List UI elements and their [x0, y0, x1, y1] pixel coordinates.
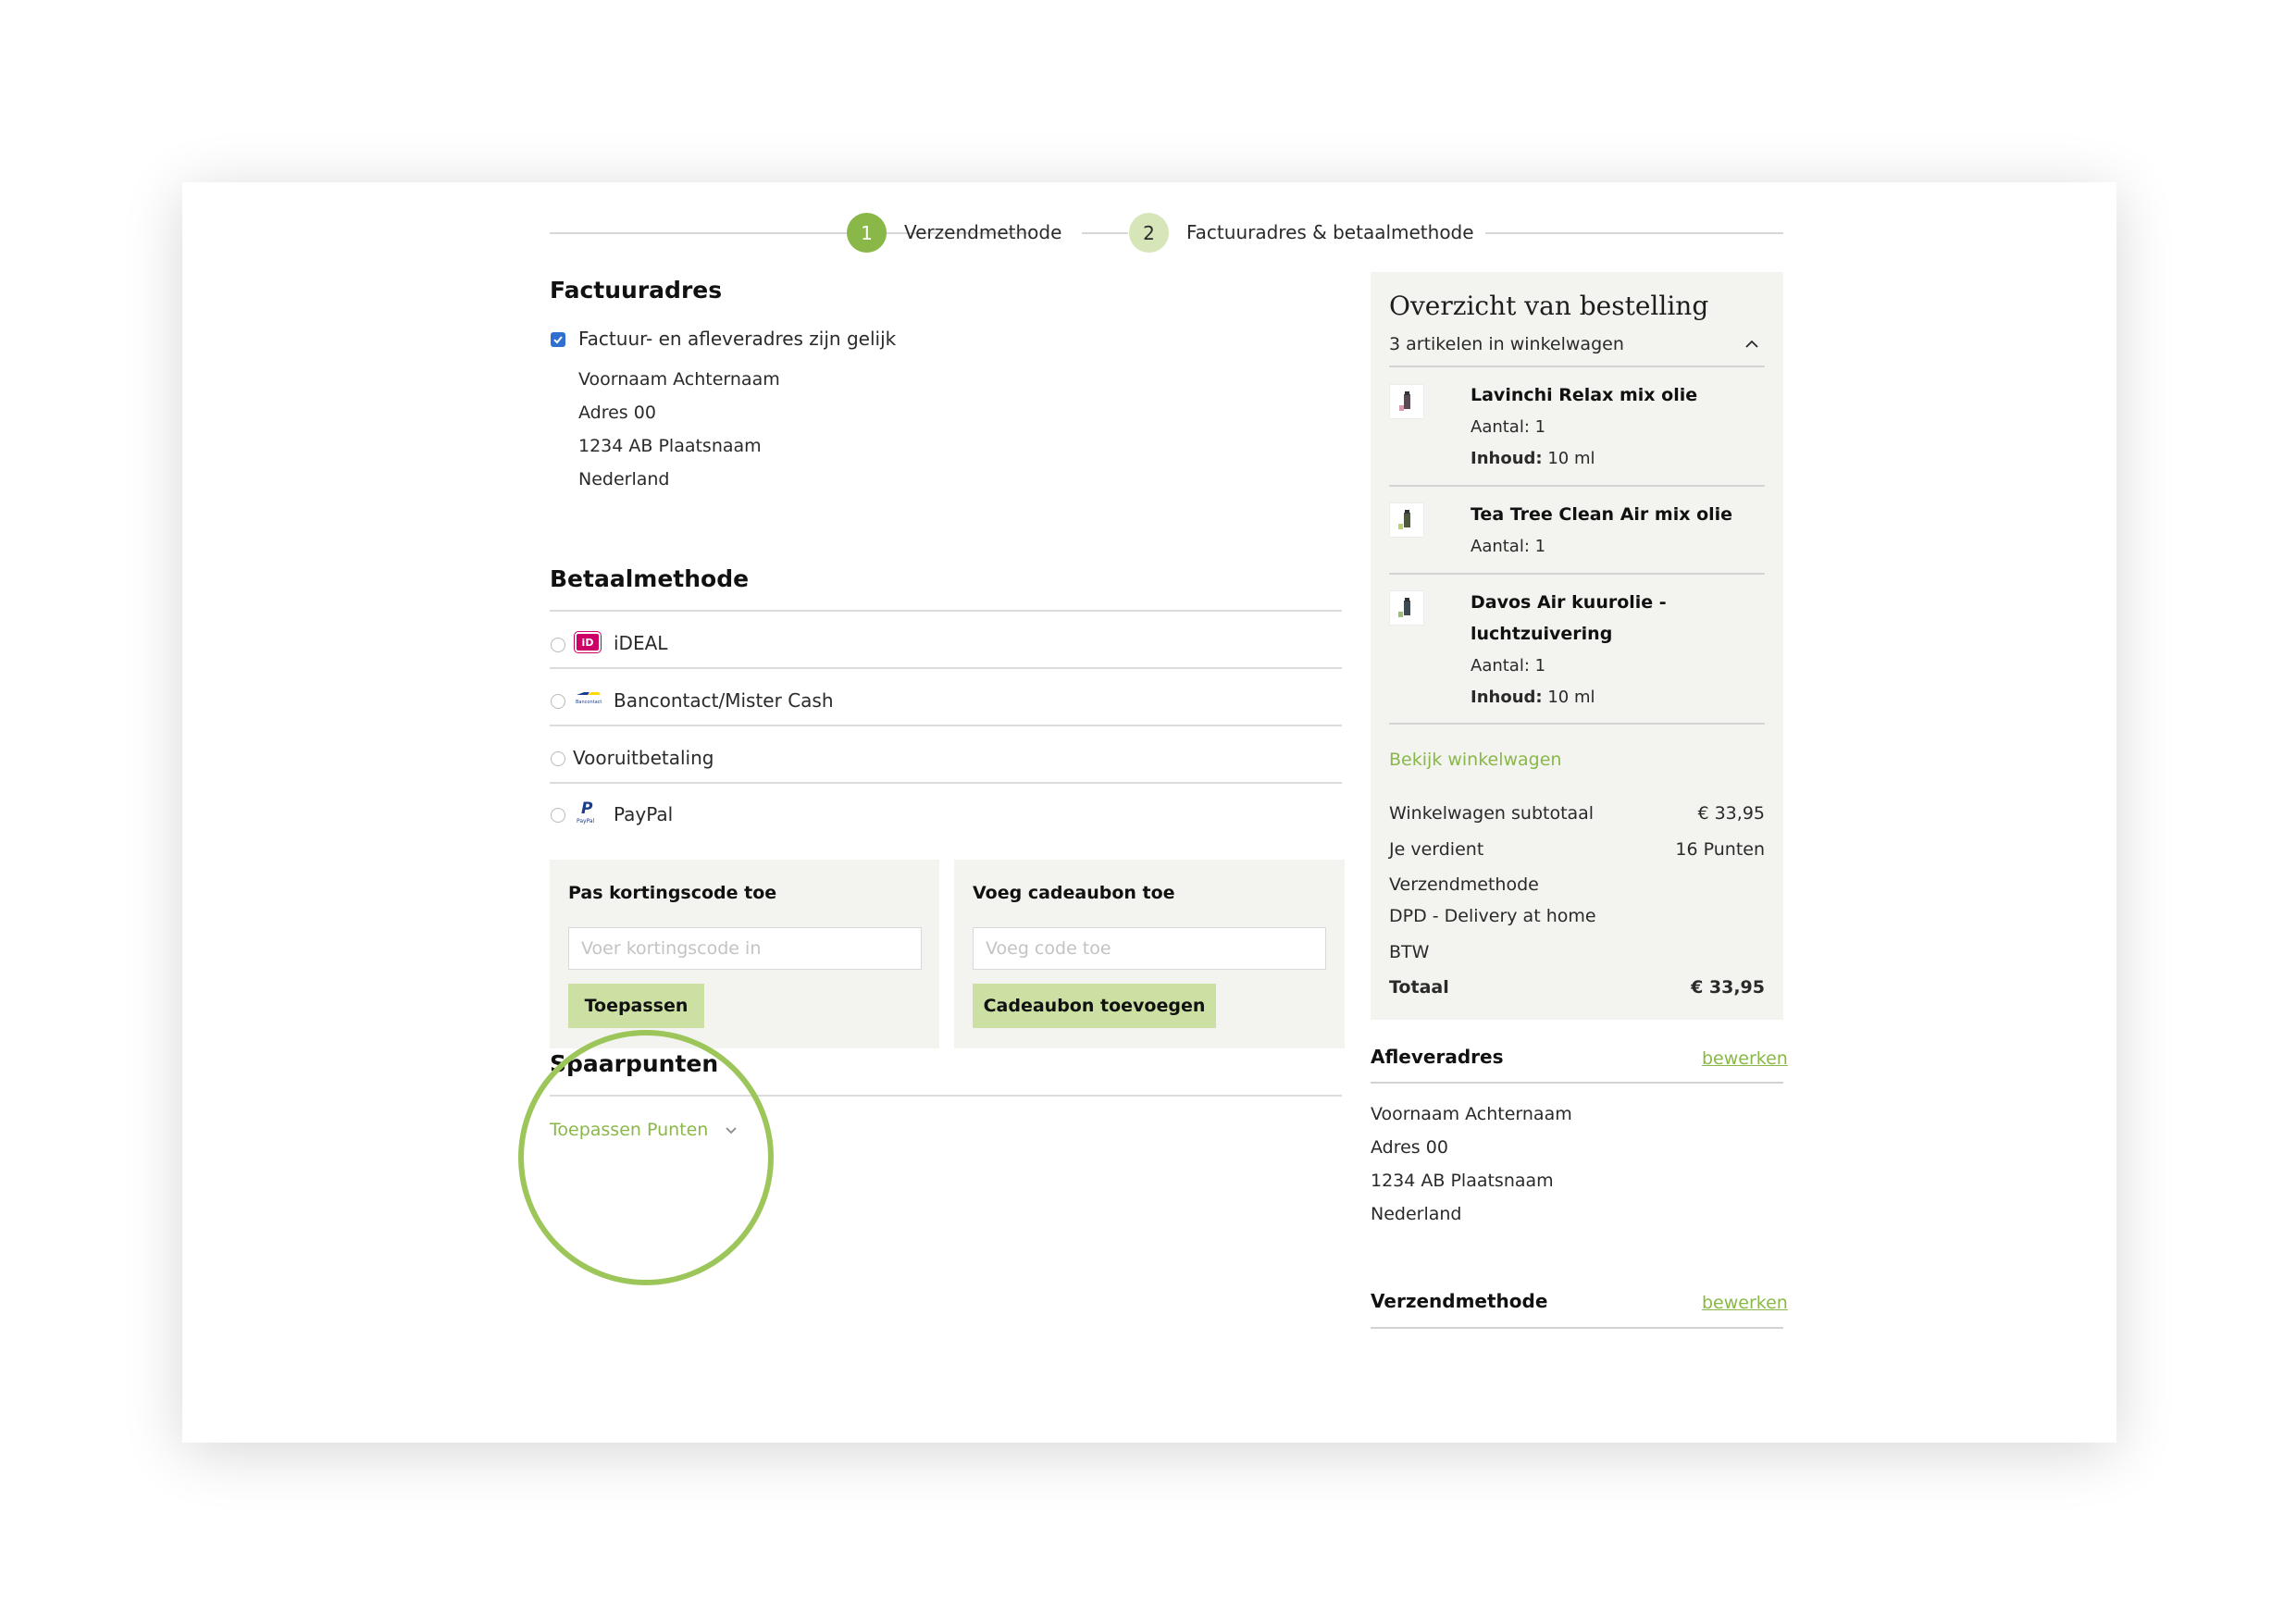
radio-paypal[interactable]: [551, 808, 565, 823]
giftcard-input[interactable]: Voeg code toe: [973, 927, 1326, 970]
divider: [550, 610, 1342, 612]
payment-title: Betaalmethode: [550, 565, 750, 592]
payment-bancontact-label[interactable]: Bancontact/Mister Cash: [614, 689, 834, 712]
same-address-label[interactable]: Factuur- en afleveradres zijn gelijk: [578, 328, 896, 350]
billing-city: 1234 AB Plaatsnaam: [578, 436, 762, 456]
step-1-number: 1: [861, 221, 873, 244]
content-value: 10 ml: [1547, 449, 1595, 468]
divider: [1389, 485, 1765, 487]
content-value: 10 ml: [1547, 688, 1595, 707]
product-name[interactable]: Davos Air kuurolie - luchtzuivering: [1471, 587, 1667, 650]
product-thumbnail[interactable]: [1389, 384, 1424, 419]
billing-country: Nederland: [578, 469, 670, 490]
paypal-icon: P PayPal: [575, 797, 602, 824]
product-qty: Aantal: 1: [1471, 417, 1546, 437]
product-qty: Aantal: 1: [1471, 656, 1546, 676]
product-name-line: luchtzuivering: [1471, 624, 1613, 644]
items-count[interactable]: 3 artikelen in winkelwagen: [1389, 334, 1624, 354]
divider: [1389, 366, 1765, 367]
shipping-country: Nederland: [1371, 1204, 1462, 1224]
discount-box: Pas kortingscode toe Voer kortingscode i…: [550, 860, 939, 1048]
chevron-up-icon[interactable]: [1744, 339, 1759, 350]
total-value: € 33,95: [1691, 977, 1765, 998]
divider: [1389, 573, 1765, 575]
product-content: Inhoud: 10 ml: [1471, 688, 1595, 707]
paypal-icon-text: PayPal: [577, 818, 595, 824]
billing-title: Factuuradres: [550, 277, 723, 304]
earn-label: Je verdient: [1389, 839, 1484, 860]
divider: [1371, 1327, 1783, 1329]
edit-shipping-method-link[interactable]: bewerken: [1702, 1293, 1788, 1313]
product-thumbnail[interactable]: [1389, 502, 1424, 538]
shipping-method-title: Verzendmethode: [1371, 1290, 1548, 1312]
subtotal-label: Winkelwagen subtotaal: [1389, 803, 1595, 824]
step-2-label[interactable]: Factuuradres & betaalmethode: [1186, 221, 1474, 243]
ideal-icon-text: iD: [581, 636, 594, 649]
progress-line: [1082, 232, 1128, 234]
checkmark-icon: [553, 336, 563, 344]
shipping-name: Voornaam Achternaam: [1371, 1104, 1572, 1124]
product-thumbnail[interactable]: [1389, 590, 1424, 626]
step-1-label[interactable]: Verzendmethode: [904, 221, 1061, 243]
product-name[interactable]: Tea Tree Clean Air mix olie: [1471, 499, 1732, 530]
bottle-icon: [1399, 391, 1410, 411]
payment-ideal-label[interactable]: iDEAL: [614, 632, 667, 654]
shipping-label: Verzendmethode: [1389, 874, 1539, 895]
radio-bancontact[interactable]: [551, 694, 565, 709]
checkout-page: 1 Verzendmethode 2 Factuuradres & betaal…: [182, 182, 2116, 1443]
progress-line: [1485, 232, 1783, 234]
view-cart-link[interactable]: Bekijk winkelwagen: [1389, 750, 1561, 770]
tax-label: BTW: [1389, 942, 1430, 962]
bancontact-icon: Bancontact: [575, 688, 602, 708]
shipping-city: 1234 AB Plaatsnaam: [1371, 1171, 1554, 1191]
payment-prepayment-label[interactable]: Vooruitbetaling: [573, 747, 714, 769]
add-giftcard-button[interactable]: Cadeaubon toevoegen: [973, 984, 1216, 1028]
divider: [550, 725, 1342, 726]
step-2-number: 2: [1143, 221, 1155, 244]
billing-name: Voornaam Achternaam: [578, 369, 780, 390]
shipping-street: Adres 00: [1371, 1137, 1448, 1158]
edit-shipping-address-link[interactable]: bewerken: [1702, 1048, 1788, 1069]
bancontact-icon-text: Bancontact: [576, 700, 602, 705]
ideal-icon: iD: [575, 632, 601, 652]
highlight-circle: [518, 1030, 774, 1285]
discount-input[interactable]: Voer kortingscode in: [568, 927, 922, 970]
apply-discount-button[interactable]: Toepassen: [568, 984, 704, 1028]
step-2-circle[interactable]: 2: [1129, 213, 1169, 253]
shipping-value: DPD - Delivery at home: [1389, 906, 1596, 926]
discount-title: Pas kortingscode toe: [568, 883, 777, 903]
bottle-icon: [1398, 598, 1410, 617]
subtotal-value: € 33,95: [1697, 803, 1765, 824]
divider: [550, 667, 1342, 669]
earn-value: 16 Punten: [1675, 839, 1765, 860]
product-qty: Aantal: 1: [1471, 537, 1546, 556]
summary-title: Overzicht van bestelling: [1389, 291, 1709, 321]
total-label: Totaal: [1389, 977, 1449, 998]
order-summary: Overzicht van bestelling 3 artikelen in …: [1371, 272, 1783, 1020]
content-label: Inhoud:: [1471, 688, 1543, 707]
radio-ideal[interactable]: [551, 638, 565, 652]
same-address-checkbox[interactable]: [551, 332, 565, 347]
giftcard-title: Voeg cadeaubon toe: [973, 883, 1175, 903]
step-1-circle[interactable]: 1: [847, 213, 887, 253]
divider: [1389, 723, 1765, 725]
divider: [1371, 1082, 1783, 1084]
product-name-line: Davos Air kuurolie -: [1471, 592, 1667, 613]
content-label: Inhoud:: [1471, 449, 1543, 468]
product-name[interactable]: Lavinchi Relax mix olie: [1471, 379, 1697, 411]
paypal-icon-mark: P: [581, 800, 593, 818]
bottle-icon: [1398, 510, 1410, 529]
radio-prepayment[interactable]: [551, 751, 565, 766]
giftcard-box: Voeg cadeaubon toe Voeg code toe Cadeaub…: [954, 860, 1345, 1048]
divider: [550, 782, 1342, 784]
billing-street: Adres 00: [578, 403, 656, 423]
product-content: Inhoud: 10 ml: [1471, 449, 1595, 468]
shipping-address-title: Afleveradres: [1371, 1046, 1504, 1068]
payment-paypal-label[interactable]: PayPal: [614, 803, 673, 825]
